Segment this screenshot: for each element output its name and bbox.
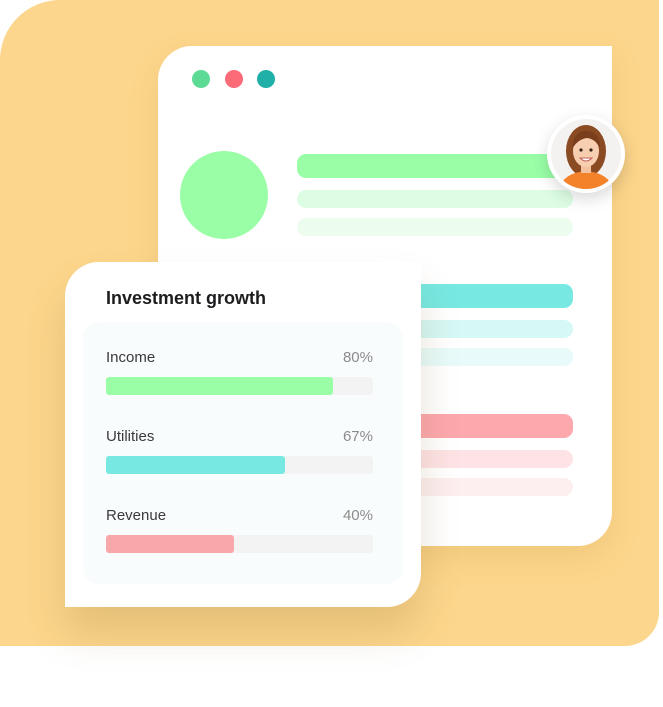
progress-label: Income	[106, 349, 156, 366]
progress-value: 67%	[342, 428, 373, 445]
investment-growth-card: Investment growth Income 80% Utilities 67% R…	[65, 262, 421, 607]
placeholder-heading-bar-green	[297, 154, 573, 178]
card-title: Investment growth	[106, 288, 267, 308]
progress-label: Utilities	[106, 428, 155, 445]
progress-value: 80%	[342, 349, 373, 366]
placeholder-avatar-circle	[180, 151, 268, 239]
progress-track	[106, 456, 373, 474]
progress-track	[106, 535, 373, 553]
user-avatar[interactable]	[547, 115, 625, 193]
window-dot-teal[interactable]	[257, 70, 275, 88]
progress-fill	[106, 456, 285, 474]
progress-fill	[106, 535, 235, 553]
user-avatar-photo-icon	[551, 119, 621, 189]
window-dot-red[interactable]	[225, 70, 243, 88]
progress-fill	[106, 377, 333, 395]
placeholder-line-green	[297, 218, 573, 236]
progress-value: 40%	[342, 507, 373, 524]
progress-label: Revenue	[106, 507, 167, 524]
placeholder-line-green	[297, 190, 573, 208]
progress-track	[106, 377, 373, 395]
window-dot-green[interactable]	[192, 70, 210, 88]
